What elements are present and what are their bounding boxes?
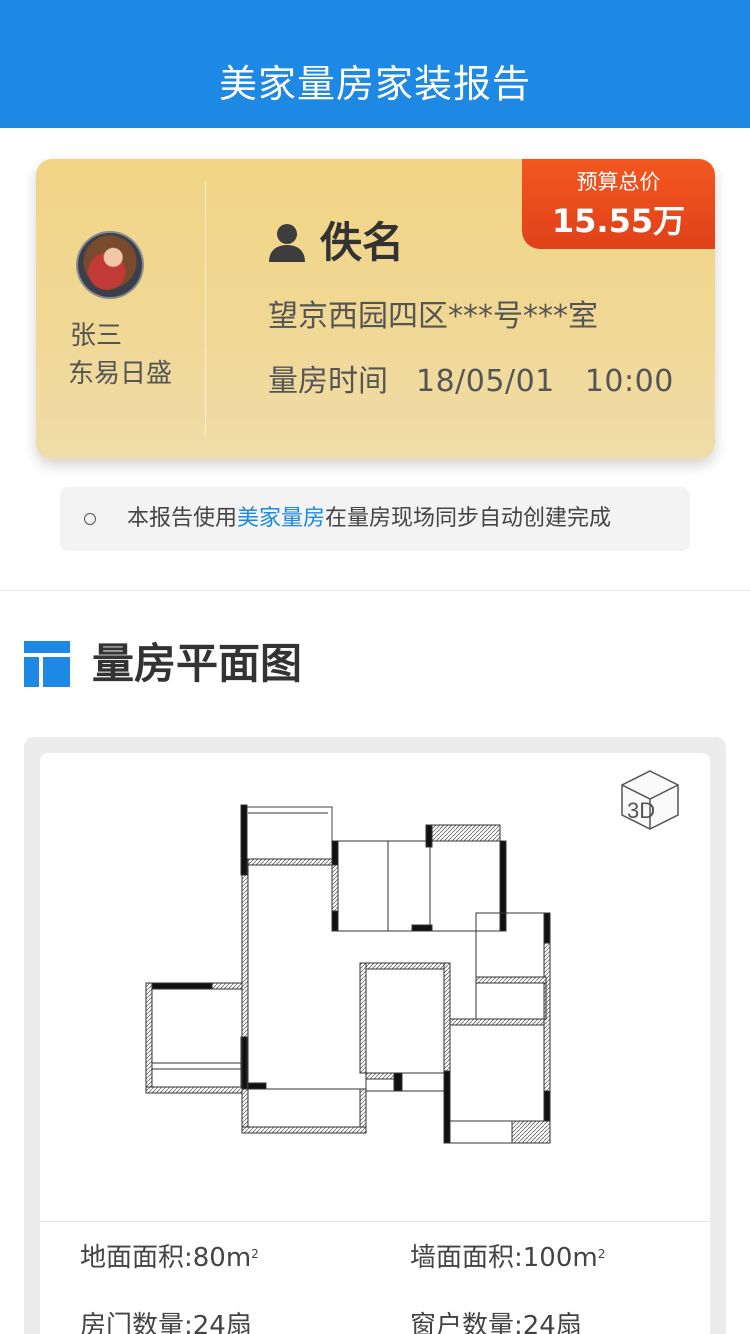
floor-area-unit: 2 — [251, 1247, 259, 1261]
budget-value: 15.55万 — [551, 202, 686, 240]
wall-area-stat: 墙面面积:100m2 — [410, 1241, 605, 1275]
designer-avatar[interactable] — [76, 231, 144, 299]
door-count-stat: 房门数量:24扇 — [80, 1311, 252, 1334]
designer-name: 张三 — [70, 321, 123, 351]
report-notice: 本报告使用美家量房在量房现场同步自动创建完成 — [60, 487, 690, 551]
card-divider — [205, 181, 206, 437]
notice-brand-link[interactable]: 美家量房 — [237, 506, 325, 531]
measure-time-value: 18/05/01 10:00 — [416, 364, 674, 399]
budget-badge: 预算总价 15.55万 — [522, 159, 715, 249]
client-name: 佚名 — [320, 218, 405, 267]
floorplan-panel: 3D 地面面积:80m2 墙面面积:100m2 房门数量:24扇 窗户数量:24… — [24, 737, 726, 1334]
section-divider — [0, 590, 750, 591]
floorplan-card: 3D 地面面积:80m2 墙面面积:100m2 房门数量:24扇 窗户数量:24… — [40, 753, 710, 1334]
client-info-card: 张三 东易日盛 佚名 望京西园四区***号***室 量房时间 18/05/01 … — [36, 159, 715, 459]
measure-time-label: 量房时间 — [268, 364, 388, 399]
notice-text: 本报告使用美家量房在量房现场同步自动创建完成 — [127, 503, 611, 535]
top-navbar: 美家量房家装报告 — [0, 0, 750, 128]
floorplan-section-title: 量房平面图 — [92, 639, 303, 688]
user-icon — [269, 224, 305, 262]
view-3d-icon[interactable]: 3D — [620, 769, 680, 831]
page-title: 美家量房家装报告 — [218, 62, 531, 106]
stats-divider — [40, 1221, 710, 1222]
budget-label: 预算总价 — [576, 170, 661, 194]
bullet-circle-icon — [84, 513, 96, 525]
designer-company: 东易日盛 — [68, 359, 173, 389]
client-address: 望京西园四区***号***室 — [268, 299, 598, 334]
window-count-stat: 窗户数量:24扇 — [410, 1311, 582, 1334]
view-3d-label: 3D — [627, 798, 655, 823]
wall-area-unit: 2 — [597, 1247, 606, 1261]
floor-area-value: 地面面积:80m — [80, 1243, 252, 1273]
notice-suffix: 在量房现场同步自动创建完成 — [325, 506, 612, 531]
floor-area-stat: 地面面积:80m2 — [80, 1241, 259, 1275]
wall-area-value: 墙面面积:100m — [410, 1243, 598, 1273]
layout-icon — [24, 641, 70, 687]
floorplan-drawing[interactable] — [140, 801, 560, 1153]
notice-prefix: 本报告使用 — [127, 506, 238, 531]
